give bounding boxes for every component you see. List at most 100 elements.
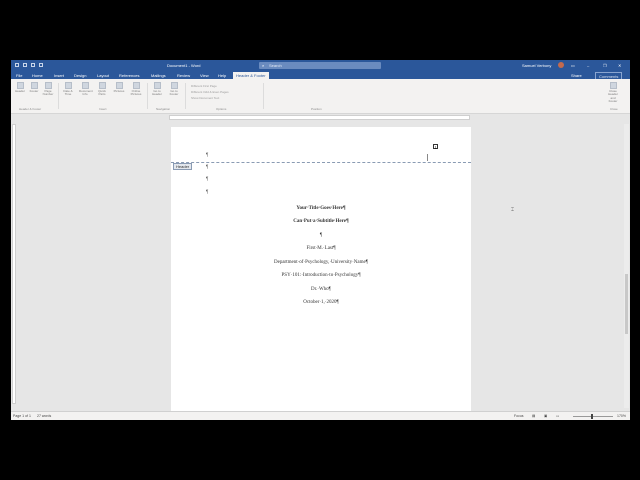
page-number-icon xyxy=(44,82,52,89)
different-first-page-option[interactable]: Different First Page xyxy=(191,84,217,88)
mouse-cursor-icon: ⌶ xyxy=(511,207,515,213)
print-layout-icon[interactable]: ▣ xyxy=(544,414,547,418)
empty-line: ¶ xyxy=(319,233,323,238)
pictures-button[interactable]: Pictures xyxy=(113,82,125,93)
empty-paragraph: ¶ xyxy=(206,190,209,195)
page-number-button-label: Page Number xyxy=(42,89,54,97)
header-boundary xyxy=(171,162,471,163)
header-tag: Header xyxy=(173,163,193,170)
document-title: Document1 - Word xyxy=(167,63,201,68)
author-name: First·M.·Last¶ xyxy=(306,246,336,251)
empty-paragraph: ¶ xyxy=(206,165,209,170)
scrollbar-thumb[interactable] xyxy=(625,274,628,334)
ribbon-tabs: File Home Insert Design Layout Reference… xyxy=(11,71,630,81)
title-bar: Document1 - Word ⌕ Search Samuel Verbony… xyxy=(11,60,630,71)
status-bar: Page 1 of 1 27 words Focus ▤ ▣ ▭ 170% xyxy=(11,411,630,420)
online-pictures-button[interactable]: Online Pictures xyxy=(130,82,142,97)
document-page[interactable]: 1 ¶ Header ¶ ¶ ¶ Your·Title·Goes·Here¶ C… xyxy=(171,127,471,417)
tab-view[interactable]: View xyxy=(200,73,209,78)
group-separator xyxy=(147,83,148,109)
footer-icon xyxy=(30,82,38,89)
document-info-button[interactable]: Document Info xyxy=(79,82,93,97)
document-info-icon xyxy=(81,82,89,89)
read-mode-icon[interactable]: ▤ xyxy=(532,414,535,418)
restore-button[interactable]: ❐ xyxy=(603,63,607,68)
word-window: Document1 - Word ⌕ Search Samuel Verbony… xyxy=(11,60,630,420)
avatar[interactable] xyxy=(558,62,564,68)
tab-review[interactable]: Review xyxy=(177,73,190,78)
go-to-header-button-label: Go to Header xyxy=(152,89,162,97)
focus-mode-button[interactable]: Focus xyxy=(514,414,524,418)
go-to-header-icon xyxy=(153,82,161,89)
search-placeholder: Search xyxy=(269,63,282,68)
different-odd-even-option[interactable]: Different Odd & Even Pages xyxy=(191,90,229,94)
vertical-scrollbar[interactable] xyxy=(624,124,629,408)
empty-paragraph: ¶ xyxy=(206,177,209,182)
tab-file[interactable]: File xyxy=(16,73,22,78)
zoom-slider-knob[interactable] xyxy=(591,414,593,419)
zoom-level[interactable]: 170% xyxy=(617,414,626,418)
author-affiliation: Department·of·Psychology,·University·Nam… xyxy=(274,260,368,265)
paper-title: Your·Title·Goes·Here¶ xyxy=(296,206,346,211)
online-pictures-icon xyxy=(132,82,140,89)
group-label-insert: Insert xyxy=(99,107,107,111)
tab-layout[interactable]: Layout xyxy=(97,73,109,78)
group-label-position: Position xyxy=(311,107,322,111)
undo-icon[interactable] xyxy=(31,63,35,67)
vertical-ruler[interactable] xyxy=(12,124,16,404)
page-number-field[interactable]: 1 xyxy=(433,144,438,150)
share-button[interactable]: Share xyxy=(568,72,585,79)
web-layout-icon[interactable]: ▭ xyxy=(556,414,559,418)
horizontal-ruler[interactable] xyxy=(169,115,470,120)
search-box[interactable]: ⌕ Search xyxy=(259,62,381,69)
go-to-header-button[interactable]: Go to Header xyxy=(151,82,163,97)
user-name[interactable]: Samuel Verbony xyxy=(522,63,551,68)
pictures-icon xyxy=(115,82,123,89)
header-pilcrow: ¶ xyxy=(206,153,209,158)
ribbon: Header Footer Page Number Date & Time Do… xyxy=(11,79,630,114)
paper-subtitle: Can·Put·a·Subtitle·Here¶ xyxy=(293,219,349,224)
tab-help[interactable]: Help xyxy=(218,73,226,78)
due-date: October·1,·2020¶ xyxy=(303,300,339,305)
go-to-footer-icon xyxy=(170,82,178,89)
date-time-button-label: Date & Time xyxy=(63,89,73,97)
quick-access-toolbar xyxy=(15,63,43,67)
word-count[interactable]: 27 words xyxy=(37,414,51,418)
ribbon-display-icon[interactable]: ▭ xyxy=(571,63,575,68)
page-count[interactable]: Page 1 of 1 xyxy=(13,414,31,418)
group-label-options: Options xyxy=(216,107,227,111)
save-icon[interactable] xyxy=(23,63,27,67)
go-to-footer-button-label: Go to Footer xyxy=(169,89,179,97)
search-icon: ⌕ xyxy=(262,63,265,68)
autosave-icon[interactable] xyxy=(15,63,19,67)
tab-mailings[interactable]: Mailings xyxy=(151,73,166,78)
tab-home[interactable]: Home xyxy=(32,73,43,78)
go-to-footer-button[interactable]: Go to Footer xyxy=(168,82,180,97)
course-name: PSY·101:·Introduction·to·Psychology¶ xyxy=(281,273,361,278)
group-label-header-footer: Header & Footer xyxy=(19,107,42,111)
tab-insert[interactable]: Insert xyxy=(54,73,64,78)
tab-design[interactable]: Design xyxy=(74,73,86,78)
quick-parts-button[interactable]: Quick Parts xyxy=(96,82,108,97)
online-pictures-button-label: Online Pictures xyxy=(130,89,142,97)
pictures-button-label: Pictures xyxy=(113,89,125,93)
close-header-footer-button[interactable]: Close Header and Footer xyxy=(607,82,619,104)
text-cursor xyxy=(427,154,428,161)
date-time-button[interactable]: Date & Time xyxy=(62,82,74,97)
group-label-close: Close xyxy=(610,107,618,111)
group-separator xyxy=(58,83,59,109)
date-time-icon xyxy=(64,82,72,89)
close-button[interactable]: ✕ xyxy=(618,63,621,68)
instructor-name: Dr.·Who¶ xyxy=(311,287,331,292)
close-header-footer-button-label: Close Header and Footer xyxy=(608,89,618,104)
group-separator xyxy=(263,83,264,109)
header-button[interactable]: Header xyxy=(14,82,26,93)
zoom-slider[interactable] xyxy=(573,414,613,419)
header-button-label: Header xyxy=(15,89,25,93)
footer-button[interactable]: Footer xyxy=(28,82,40,93)
redo-icon[interactable] xyxy=(39,63,43,67)
tab-references[interactable]: References xyxy=(119,73,139,78)
show-document-text-option[interactable]: Show Document Text xyxy=(191,96,219,100)
page-number-button[interactable]: Page Number xyxy=(42,82,54,97)
minimize-button[interactable]: – xyxy=(587,63,589,68)
